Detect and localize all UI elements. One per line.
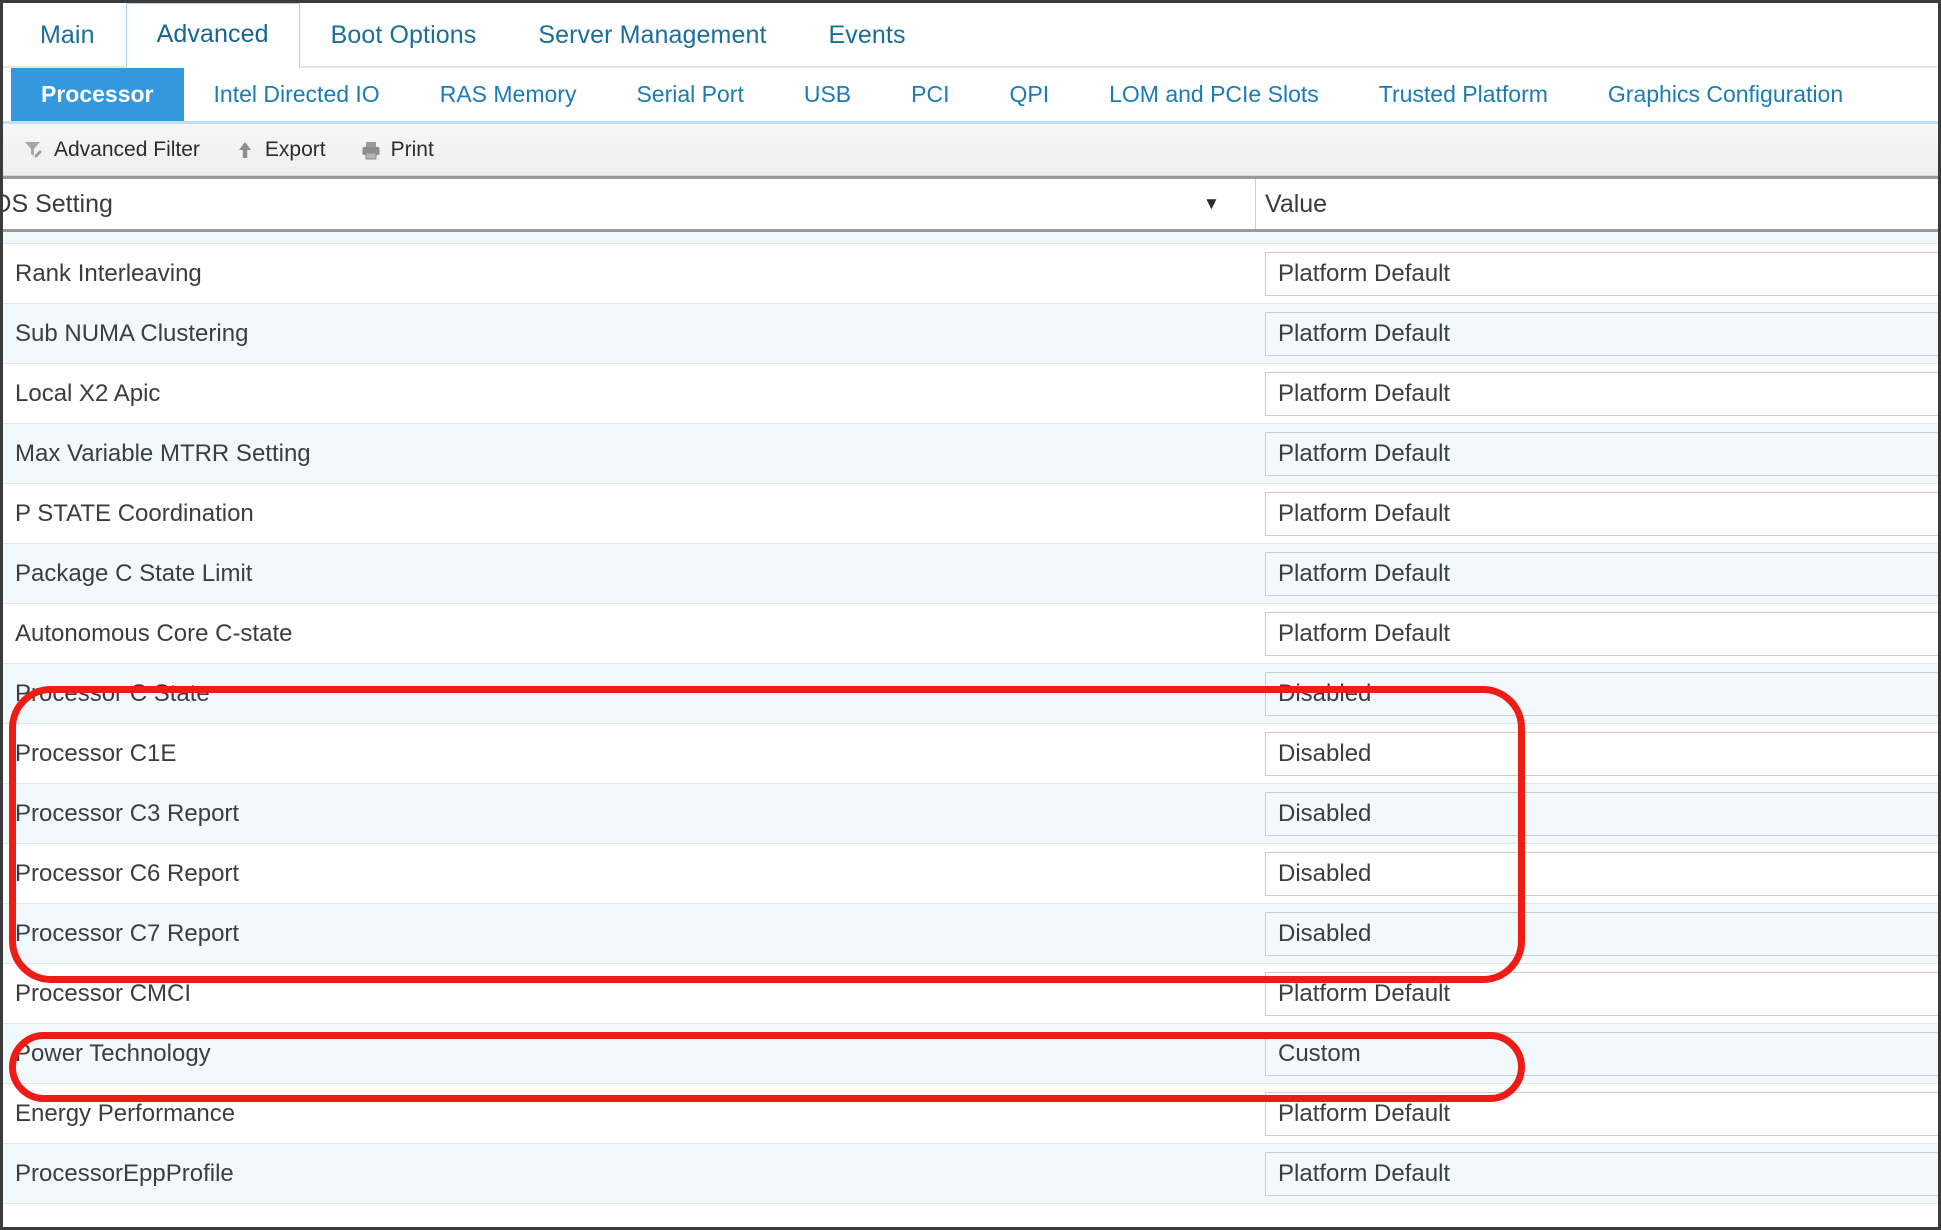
setting-name: Package C State Limit	[15, 559, 253, 587]
setting-name: P STATE Coordination	[15, 499, 254, 527]
table-row[interactable]: Autonomous Core C-state Platform Default	[3, 604, 1938, 664]
setting-name: Processor CMCI	[15, 979, 192, 1007]
setting-value-select[interactable]: Platform Default	[1265, 972, 1938, 1016]
table-row[interactable]: Processor C7 Report Disabled	[3, 904, 1938, 964]
setting-value-cell: Platform Default	[1265, 432, 1938, 476]
setting-value-select[interactable]: Platform Default	[1265, 1152, 1938, 1196]
column-divider	[1255, 179, 1256, 229]
secondary-tab-serial-port[interactable]: Serial Port	[606, 68, 773, 121]
setting-value-cell: Disabled	[1265, 672, 1938, 716]
setting-name: Processor C1E	[15, 739, 177, 767]
funnel-pencil-icon	[23, 139, 45, 161]
primary-tab-main[interactable]: Main	[9, 3, 126, 66]
export-button[interactable]: Export	[234, 138, 326, 162]
table-row[interactable]: Power Technology Custom	[3, 1024, 1938, 1084]
primary-tab-boot-options[interactable]: Boot Options	[300, 3, 508, 66]
table-row[interactable]: Processor CMCI Platform Default	[3, 964, 1938, 1024]
bios-policy-screen: Main Advanced Boot Options Server Managemen…	[0, 0, 1941, 1230]
primary-tab-events[interactable]: Events	[798, 3, 937, 66]
export-label: Export	[264, 137, 326, 161]
table-row[interactable]: Sub NUMA Clustering Platform Default	[3, 304, 1938, 364]
setting-name: Local X2 Apic	[15, 379, 161, 407]
setting-name: Power Technology	[15, 1039, 211, 1067]
table-toolbar: Advanced Filter Export Print	[3, 124, 1938, 176]
setting-value-select[interactable]: Platform Default	[1265, 612, 1938, 656]
primary-tab-server-management[interactable]: Server Management	[507, 3, 797, 66]
secondary-tab-intel-directed-io[interactable]: Intel Directed IO	[184, 68, 410, 121]
advanced-filter-button[interactable]: Advanced Filter	[23, 138, 200, 162]
setting-value-cell: Platform Default	[1265, 552, 1938, 596]
table-row[interactable]: ProcessorEppProfile Platform Default	[3, 1144, 1938, 1204]
setting-name: Rank Interleaving	[15, 259, 202, 287]
setting-value-select[interactable]: Custom	[1265, 1032, 1938, 1076]
setting-value-cell: Platform Default	[1265, 1092, 1938, 1136]
setting-value-cell: Disabled	[1265, 912, 1938, 956]
table-row[interactable]: Local X2 Apic Platform Default	[3, 364, 1938, 424]
setting-value-select[interactable]: Platform Default	[1265, 492, 1938, 536]
setting-value-cell: Platform Default	[1265, 612, 1938, 656]
setting-name: Energy Performance	[15, 1099, 236, 1127]
table-column-header: OS Setting ▼ Value	[3, 176, 1938, 232]
setting-value-cell: Platform Default	[1265, 372, 1938, 416]
setting-value-select[interactable]: Platform Default	[1265, 432, 1938, 476]
setting-value-select[interactable]: Platform Default	[1265, 372, 1938, 416]
setting-value-select[interactable]: Platform Default	[1265, 1092, 1938, 1136]
secondary-tab-graphics-configuration[interactable]: Graphics Configuration	[1578, 68, 1873, 121]
table-row[interactable]: Processor C State Disabled	[3, 664, 1938, 724]
print-button[interactable]: Print	[360, 138, 434, 162]
advanced-filter-label: Advanced Filter	[54, 137, 200, 161]
up-arrow-icon	[234, 139, 256, 161]
setting-value-select[interactable]: Disabled	[1265, 792, 1938, 836]
secondary-tab-pci[interactable]: PCI	[881, 68, 979, 121]
secondary-tab-usb[interactable]: USB	[774, 68, 881, 121]
setting-name: Processor C7 Report	[15, 919, 240, 947]
table-row[interactable]: Max Variable MTRR Setting Platform Defaul…	[3, 424, 1938, 484]
setting-value-select[interactable]: Disabled	[1265, 852, 1938, 896]
setting-value-cell: Platform Default	[1265, 972, 1938, 1016]
print-label: Print	[390, 137, 434, 161]
table-row[interactable]: Processor C3 Report Disabled	[3, 784, 1938, 844]
setting-value-select[interactable]: Platform Default	[1265, 312, 1938, 356]
table-top-strip	[3, 232, 1938, 244]
table-row[interactable]: Processor C1E Disabled	[3, 724, 1938, 784]
setting-value-cell: Disabled	[1265, 732, 1938, 776]
setting-name: Sub NUMA Clustering	[15, 319, 249, 347]
setting-name: Processor C6 Report	[15, 859, 240, 887]
secondary-tab-lom-and-pcie-slots[interactable]: LOM and PCIe Slots	[1079, 68, 1349, 121]
setting-value-select[interactable]: Platform Default	[1265, 552, 1938, 596]
column-header-setting[interactable]: OS Setting	[3, 190, 113, 219]
secondary-tab-ras-memory[interactable]: RAS Memory	[410, 68, 607, 121]
setting-value-cell: Disabled	[1265, 792, 1938, 836]
setting-value-cell: Platform Default	[1265, 1152, 1938, 1196]
printer-icon	[360, 139, 382, 161]
primary-tab-bar: Main Advanced Boot Options Server Managemen…	[3, 3, 1938, 68]
setting-value-cell: Platform Default	[1265, 252, 1938, 296]
setting-value-select[interactable]: Platform Default	[1265, 252, 1938, 296]
setting-value-cell: Disabled	[1265, 852, 1938, 896]
setting-name: ProcessorEppProfile	[15, 1159, 234, 1187]
bios-settings-table: Rank Interleaving Platform Default Sub NUM…	[3, 232, 1938, 1204]
secondary-tab-trusted-platform[interactable]: Trusted Platform	[1349, 68, 1578, 121]
setting-value-cell: Platform Default	[1265, 312, 1938, 356]
table-row[interactable]: Rank Interleaving Platform Default	[3, 244, 1938, 304]
setting-name: Processor C3 Report	[15, 799, 240, 827]
sort-descending-icon[interactable]: ▼	[1203, 194, 1220, 214]
setting-name: Max Variable MTRR Setting	[15, 439, 311, 467]
table-row[interactable]: P STATE Coordination Platform Default	[3, 484, 1938, 544]
column-header-value[interactable]: Value	[1265, 190, 1327, 219]
setting-value-select[interactable]: Disabled	[1265, 912, 1938, 956]
table-row[interactable]: Processor C6 Report Disabled	[3, 844, 1938, 904]
secondary-tab-processor[interactable]: Processor	[11, 68, 184, 121]
setting-value-select[interactable]: Disabled	[1265, 672, 1938, 716]
table-row[interactable]: Energy Performance Platform Default	[3, 1084, 1938, 1144]
setting-name: Autonomous Core C-state	[15, 619, 293, 647]
setting-value-cell: Platform Default	[1265, 492, 1938, 536]
secondary-tab-bar: Processor Intel Directed IO RAS Memory Seri…	[3, 68, 1938, 124]
setting-value-cell: Custom	[1265, 1032, 1938, 1076]
secondary-tab-qpi[interactable]: QPI	[979, 68, 1079, 121]
setting-value-select[interactable]: Disabled	[1265, 732, 1938, 776]
table-row[interactable]: Package C State Limit Platform Default	[3, 544, 1938, 604]
setting-name: Processor C State	[15, 679, 210, 707]
primary-tab-advanced[interactable]: Advanced	[125, 3, 300, 68]
